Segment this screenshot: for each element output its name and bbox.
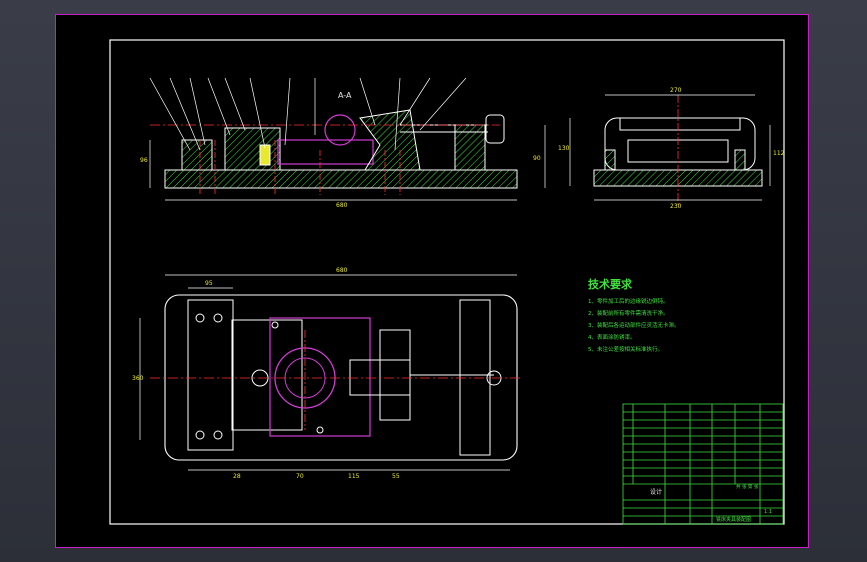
plan-view: 680 95 360 70 115 55 28 bbox=[132, 267, 520, 480]
handle-knob bbox=[485, 114, 505, 144]
side-left-dim: 130 bbox=[558, 145, 570, 152]
plan-d3-dim: 55 bbox=[392, 473, 400, 480]
side-view: 270 230 130 112 bbox=[558, 87, 785, 210]
title-sheet: 共 张 第 张 bbox=[736, 483, 759, 490]
title-block bbox=[622, 403, 784, 525]
side-right-dim: 112 bbox=[773, 150, 785, 157]
plan-d1-dim: 70 bbox=[296, 473, 304, 480]
side-bottom-dim: 230 bbox=[670, 203, 682, 210]
title-drawing-name: 铣床夹具装配图 bbox=[716, 516, 751, 523]
plan-d4-dim: 28 bbox=[233, 473, 241, 480]
section-label: A-A bbox=[338, 91, 352, 100]
side-top-dim: 270 bbox=[670, 87, 682, 94]
tech-item-4: 4、表面涂防锈漆。 bbox=[588, 333, 636, 341]
tech-item-3: 3、装配后各运动部件应灵活无卡滞。 bbox=[588, 321, 680, 329]
clamp-block bbox=[224, 127, 281, 171]
front-height-dim: 96 bbox=[140, 157, 148, 164]
left-bracket bbox=[181, 139, 213, 171]
technical-requirements: 技术要求 1、零件加工后的边缘锐边倒钝。 2、装配前所有零件需清洗干净。 3、装… bbox=[588, 277, 680, 353]
tech-item-1: 1、零件加工后的边缘锐边倒钝。 bbox=[588, 297, 669, 305]
front-right-dim: 90 bbox=[533, 155, 541, 162]
plan-left-block bbox=[187, 299, 234, 451]
plan-sub1-dim: 95 bbox=[205, 280, 213, 287]
plan-total-dim: 680 bbox=[336, 267, 348, 274]
plan-base bbox=[164, 294, 518, 461]
base-plate bbox=[164, 169, 518, 189]
workpiece-bar bbox=[277, 139, 374, 165]
title-scale: 1:1 bbox=[764, 509, 772, 515]
tech-title: 技术要求 bbox=[588, 277, 633, 291]
plan-d2-dim: 115 bbox=[348, 473, 360, 480]
tech-item-5: 5、未注公差按相关标准执行。 bbox=[588, 345, 663, 353]
tech-item-2: 2、装配前所有零件需清洗干净。 bbox=[588, 309, 669, 317]
front-total-dim: 680 bbox=[336, 202, 348, 209]
front-section-view: A-A 680 96 90 bbox=[140, 77, 546, 209]
cad-drawing: A-A 680 96 90 270 230 130 112 680 95 360… bbox=[109, 39, 785, 525]
title-designer: 设计 bbox=[650, 488, 662, 496]
plan-v-block bbox=[379, 329, 411, 421]
plan-left-dim: 360 bbox=[132, 375, 144, 382]
